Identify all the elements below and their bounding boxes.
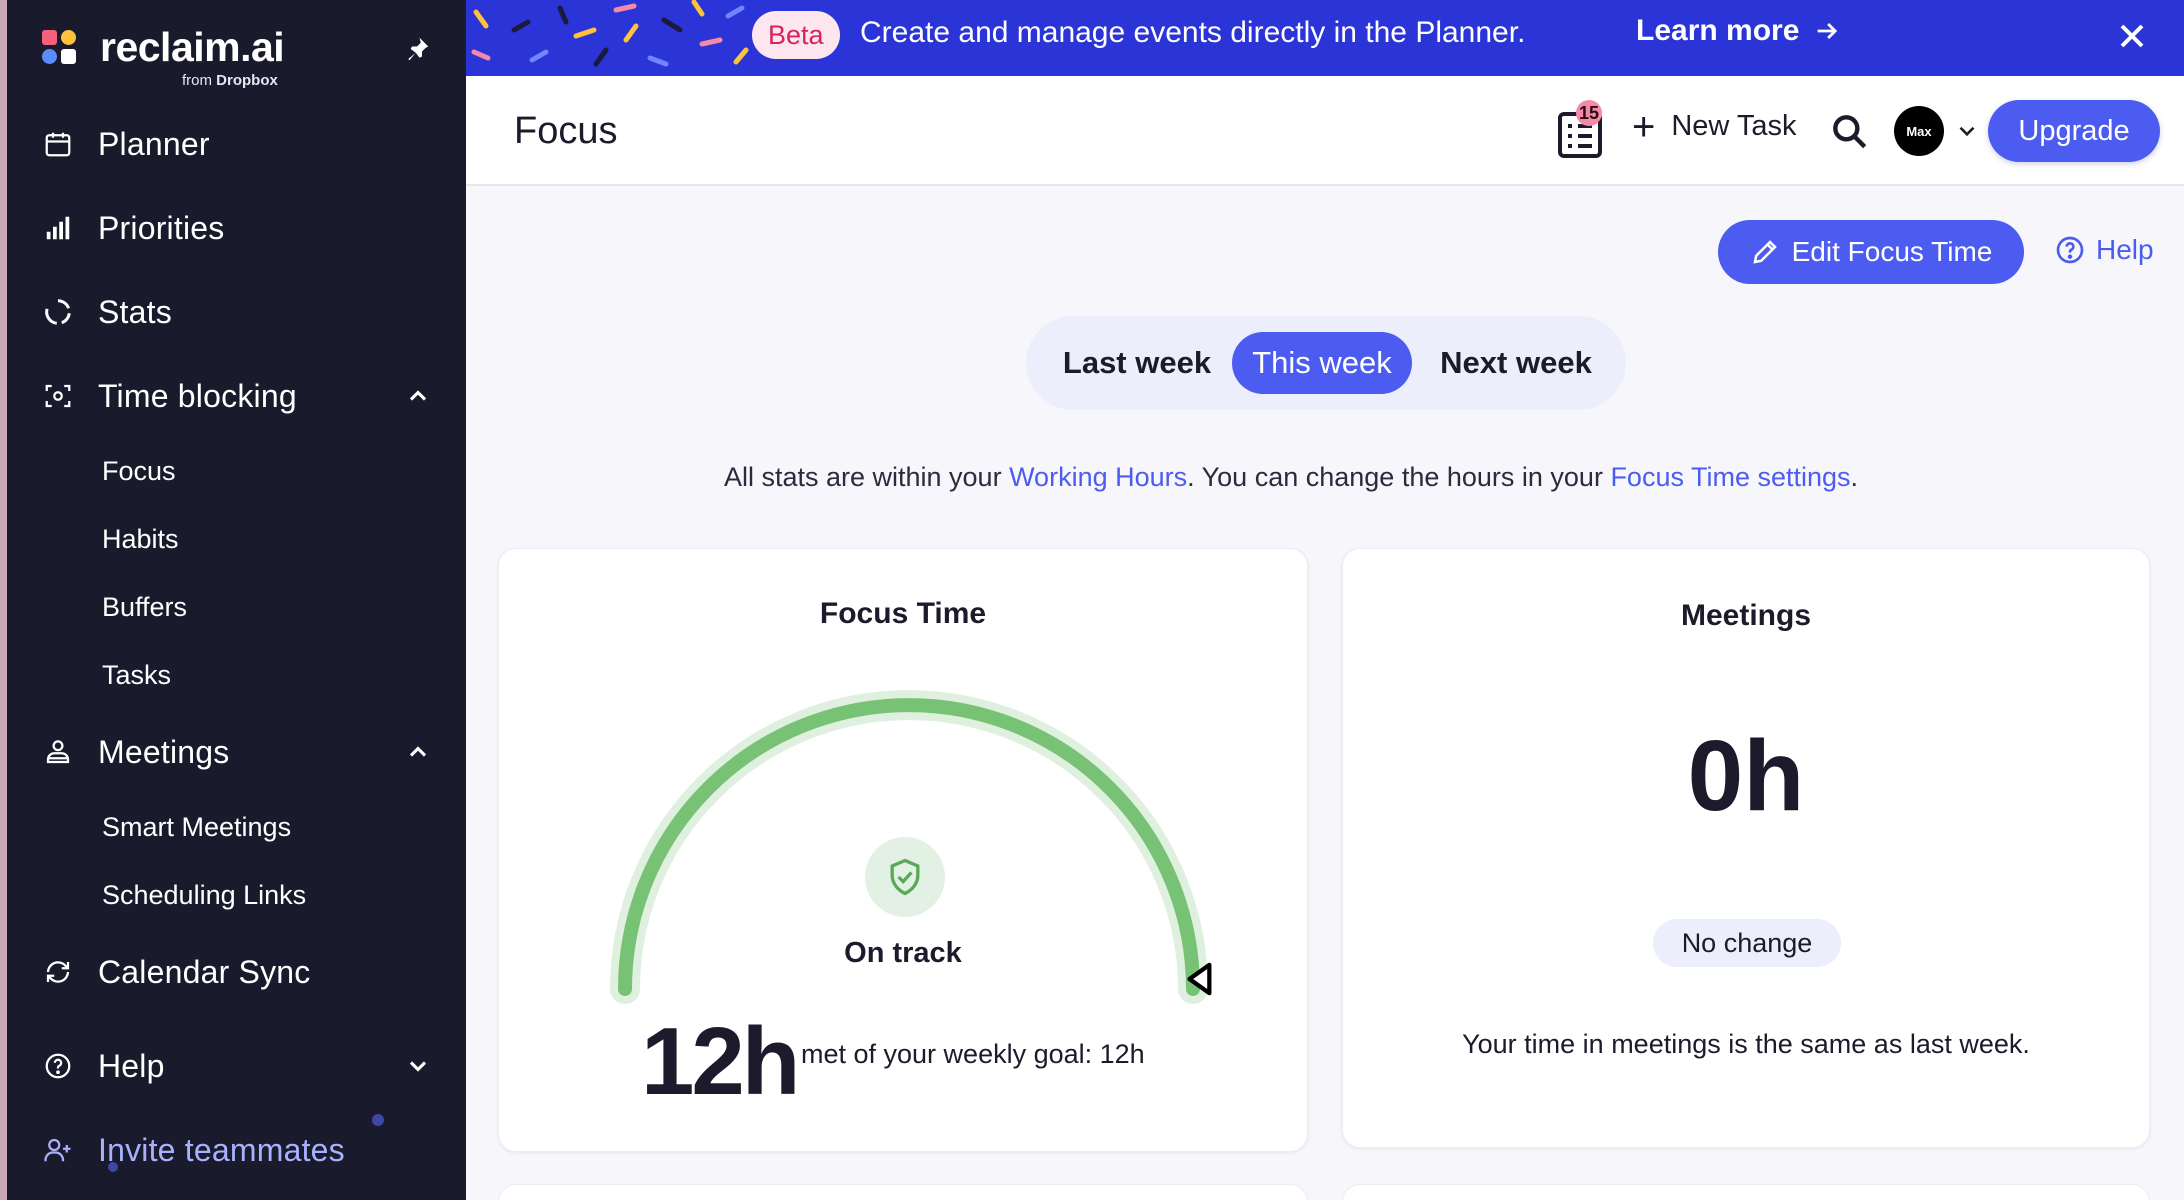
help-link[interactable]: Help	[2054, 234, 2154, 266]
beta-badge: Beta	[752, 11, 840, 59]
sidebar-item-label: Invite teammates	[98, 1131, 345, 1168]
sidebar-subitem-scheduling-links[interactable]: Scheduling Links	[102, 870, 306, 920]
sidebar-item-label: Meetings	[98, 733, 230, 770]
focus-hours-value: 12h	[641, 1008, 800, 1115]
decorative-dot	[108, 1162, 118, 1172]
learn-more-label: Learn more	[1636, 14, 1800, 47]
next-week-tab[interactable]: Next week	[1422, 332, 1610, 394]
sidebar-subitem-tasks[interactable]: Tasks	[102, 650, 171, 700]
avatar[interactable]: Max	[1894, 106, 1944, 156]
pin-icon[interactable]	[402, 34, 432, 64]
reclaim-logo-icon	[42, 30, 78, 66]
top-header: Focus 15 + New Task Max Upgrade	[466, 76, 2184, 186]
sidebar-subitem-focus[interactable]: Focus	[102, 446, 176, 496]
card-title: Meetings	[1680, 599, 1812, 632]
edit-focus-time-label: Edit Focus Time	[1791, 236, 1993, 267]
new-task-button[interactable]: + New Task	[1632, 104, 1797, 149]
shield-check-icon	[890, 858, 920, 896]
meetings-hours-value: 0h	[1687, 720, 1805, 832]
people-icon	[38, 732, 78, 772]
arrow-right-icon	[1818, 23, 1838, 39]
sidebar-item-stats[interactable]: Stats	[42, 282, 442, 342]
this-week-tab[interactable]: This week	[1232, 332, 1412, 394]
info-text-part: .	[1850, 462, 1859, 492]
sidebar-subitem-smart-meetings[interactable]: Smart Meetings	[102, 802, 291, 852]
sidebar-item-label: Priorities	[98, 209, 225, 246]
meetings-description: Your time in meetings is the same as las…	[1462, 1029, 2030, 1059]
focus-goal-text: met of your weekly goal: 12h	[801, 1039, 1145, 1069]
brand-from: from	[182, 72, 212, 89]
stats-info-text: All stats are within your Working Hours.…	[466, 462, 2116, 493]
on-track-badge	[865, 837, 945, 917]
chevron-down-icon[interactable]	[1954, 118, 1980, 144]
stats-ring-icon	[38, 292, 78, 332]
next-card-peek	[498, 1184, 1308, 1200]
sidebar-item-planner[interactable]: Planner	[42, 114, 442, 174]
working-hours-link[interactable]: Working Hours	[1009, 462, 1187, 492]
sidebar-item-calendar-sync[interactable]: Calendar Sync	[42, 942, 442, 1002]
focus-frame-icon	[38, 376, 78, 416]
mouse-cursor-icon	[1187, 962, 1212, 996]
sidebar-item-meetings[interactable]: Meetings	[42, 722, 442, 782]
edit-focus-time-button[interactable]: Edit Focus Time	[1718, 220, 2024, 284]
chevron-up-icon[interactable]	[404, 382, 432, 410]
tasks-count-badge: 15	[1576, 100, 1603, 126]
brand-partner: Dropbox	[216, 72, 278, 89]
focus-time-settings-link[interactable]: Focus Time settings	[1610, 462, 1850, 492]
chevron-up-icon[interactable]	[404, 738, 432, 766]
next-card-peek	[1342, 1184, 2150, 1200]
sidebar-item-invite-teammates[interactable]: Invite teammates	[42, 1120, 442, 1180]
meetings-change-badge: No change	[1653, 919, 1841, 967]
focus-time-card: Focus Time On track 12h met of your week…	[498, 548, 1308, 1152]
upgrade-button[interactable]: Upgrade	[1988, 100, 2160, 162]
sidebar-item-help[interactable]: Help	[42, 1036, 442, 1096]
sidebar-edge	[0, 0, 7, 1200]
bar-chart-icon	[38, 208, 78, 248]
sidebar: reclaim.ai from Dropbox Planner Prioriti…	[0, 0, 466, 1200]
sidebar-item-label: Stats	[98, 293, 172, 330]
plus-icon: +	[1632, 104, 1656, 149]
sidebar-subitem-habits[interactable]: Habits	[102, 514, 179, 564]
chevron-down-icon[interactable]	[404, 1052, 432, 1080]
meetings-card: Meetings 0h No change Your time in meeti…	[1342, 548, 2150, 1148]
page-title: Focus	[514, 110, 618, 152]
search-icon[interactable]	[1828, 110, 1872, 154]
card-title: Focus Time	[819, 597, 987, 630]
sidebar-subitem-buffers[interactable]: Buffers	[102, 582, 187, 632]
brand-name: reclaim.ai	[100, 24, 285, 70]
sidebar-item-label: Calendar Sync	[98, 953, 311, 990]
decorative-dot	[372, 1114, 384, 1126]
sync-icon	[38, 952, 78, 992]
last-week-tab[interactable]: Last week	[1042, 332, 1232, 394]
sidebar-item-label: Time blocking	[98, 377, 297, 414]
info-text-part: . You can change the hours in your	[1187, 462, 1611, 492]
sidebar-item-label: Help	[98, 1047, 165, 1084]
week-toggle: Last week This week Next week	[1026, 316, 1626, 410]
help-link-label: Help	[2096, 234, 2154, 265]
learn-more-link[interactable]: Learn more	[1636, 14, 1841, 48]
info-text-part: All stats are within your	[723, 462, 1010, 492]
help-circle-icon	[2056, 236, 2084, 264]
calendar-icon	[38, 124, 78, 164]
banner-message: Create and manage events directly in the…	[860, 16, 1526, 49]
main-content: Edit Focus Time Help Last week This week…	[466, 186, 2184, 1200]
sidebar-item-label: Planner	[98, 125, 210, 162]
brand-logo[interactable]: reclaim.ai from Dropbox	[42, 24, 372, 94]
sidebar-item-time-blocking[interactable]: Time blocking	[42, 366, 442, 426]
brand-sub: from Dropbox	[182, 72, 278, 89]
new-task-label: New Task	[1671, 110, 1797, 142]
sidebar-item-priorities[interactable]: Priorities	[42, 198, 442, 258]
help-circle-icon	[38, 1046, 78, 1086]
close-icon[interactable]	[2112, 16, 2152, 56]
add-user-icon	[38, 1130, 78, 1170]
announcement-banner: Beta Create and manage events directly i…	[466, 0, 2184, 76]
pencil-icon	[1753, 240, 1777, 264]
